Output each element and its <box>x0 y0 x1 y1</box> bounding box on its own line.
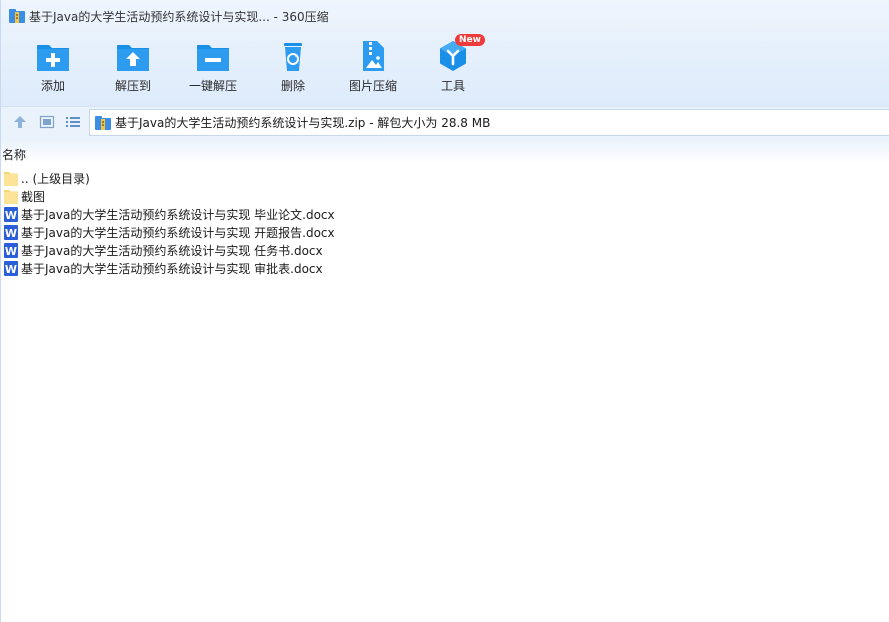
list-header-strip <box>1 139 889 163</box>
zip-file-icon <box>95 115 111 130</box>
toolbar: 添加 解压到 一键解压 删除 图片压缩 New 工具 <box>1 34 889 98</box>
folder-icon <box>4 171 18 186</box>
extract-to-icon <box>116 40 150 72</box>
svg-text:W: W <box>5 227 17 240</box>
list-item-parent-dir[interactable]: .. (上级目录) <box>4 169 884 187</box>
word-doc-icon: W <box>4 206 18 222</box>
delete-label: 删除 <box>280 79 305 93</box>
up-level-icon[interactable] <box>12 114 28 130</box>
list-item-label: 基于Java的大学生活动预约系统设计与实现 毕业论文.docx <box>21 207 335 222</box>
list-item-folder[interactable]: 截图 <box>4 187 884 205</box>
list-item-label: 基于Java的大学生活动预约系统设计与实现 任务书.docx <box>21 243 323 258</box>
svg-text:W: W <box>5 245 17 258</box>
list-item-label: 截图 <box>21 189 46 204</box>
svg-text:W: W <box>5 209 17 222</box>
extract-to-label: 解压到 <box>114 79 151 93</box>
delete-button[interactable]: 删除 <box>253 38 333 98</box>
recycle-bin-icon <box>276 40 310 72</box>
tools-icon: New <box>436 34 485 72</box>
word-doc-icon: W <box>4 242 18 258</box>
tools-button[interactable]: New 工具 <box>413 34 493 98</box>
extract-to-button[interactable]: 解压到 <box>93 38 173 98</box>
image-compress-button[interactable]: 图片压缩 <box>333 38 413 98</box>
one-click-extract-button[interactable]: 一键解压 <box>173 38 253 98</box>
add-folder-icon <box>36 40 70 72</box>
address-path: 基于Java的大学生活动预约系统设计与实现.zip - 解包大小为 28.8 M… <box>115 116 491 130</box>
window-title: 基于Java的大学生活动预约系统设计与实现... - 360压缩 <box>29 9 329 24</box>
word-doc-icon: W <box>4 260 18 276</box>
folder-icon <box>4 189 18 204</box>
title-bar: 基于Java的大学生活动预约系统设计与实现... - 360压缩 <box>1 0 889 32</box>
add-label: 添加 <box>40 79 65 93</box>
list-item-file[interactable]: W 基于Java的大学生活动预约系统设计与实现 毕业论文.docx <box>4 205 884 223</box>
one-click-extract-icon <box>196 40 230 72</box>
one-click-extract-label: 一键解压 <box>188 79 237 93</box>
list-item-file[interactable]: W 基于Java的大学生活动预约系统设计与实现 任务书.docx <box>4 241 884 259</box>
new-badge: New <box>455 34 485 46</box>
column-header-name[interactable]: 名称 <box>2 146 26 163</box>
archive-icon <box>9 9 25 23</box>
svg-text:W: W <box>5 263 17 276</box>
list-item-label: .. (上级目录) <box>21 171 90 186</box>
top-area: 基于Java的大学生活动预约系统设计与实现... - 360压缩 添加 解压到 … <box>1 0 889 106</box>
address-bar[interactable]: 基于Java的大学生活动预约系统设计与实现.zip - 解包大小为 28.8 M… <box>89 109 889 136</box>
add-button[interactable]: 添加 <box>13 38 93 98</box>
image-compress-icon <box>356 40 390 72</box>
file-list: .. (上级目录) 截图 W 基于Java的大学生活动预约系统设计与实现 毕业论… <box>4 169 884 277</box>
list-item-label: 基于Java的大学生活动预约系统设计与实现 开题报告.docx <box>21 225 335 240</box>
word-doc-icon: W <box>4 224 18 240</box>
list-item-file[interactable]: W 基于Java的大学生活动预约系统设计与实现 审批表.docx <box>4 259 884 277</box>
tools-label: 工具 <box>440 79 465 93</box>
image-compress-label: 图片压缩 <box>348 79 397 93</box>
navigation-row: 基于Java的大学生活动预约系统设计与实现.zip - 解包大小为 28.8 M… <box>1 106 889 139</box>
list-view-icon[interactable] <box>65 114 81 130</box>
list-item-label: 基于Java的大学生活动预约系统设计与实现 审批表.docx <box>21 261 323 276</box>
thumbnail-view-icon[interactable] <box>39 114 55 130</box>
list-item-file[interactable]: W 基于Java的大学生活动预约系统设计与实现 开题报告.docx <box>4 223 884 241</box>
app-window: 基于Java的大学生活动预约系统设计与实现... - 360压缩 添加 解压到 … <box>0 0 889 622</box>
